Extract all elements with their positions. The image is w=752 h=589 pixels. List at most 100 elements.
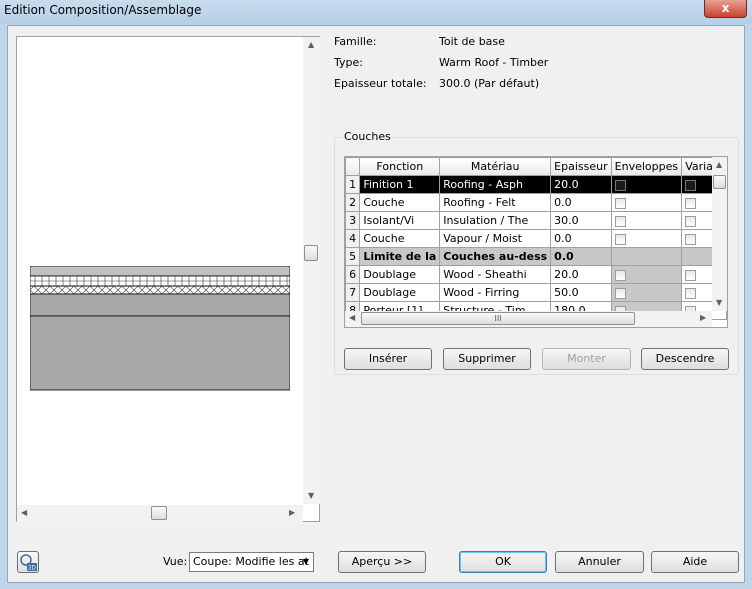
row-number[interactable]: 4: [345, 229, 361, 248]
variable-checkbox[interactable]: [685, 233, 697, 245]
enveloppes-cell[interactable]: [610, 175, 683, 194]
scroll-left-arrow-icon[interactable]: ◀: [21, 508, 27, 517]
ok-button[interactable]: OK: [459, 551, 547, 573]
row-number[interactable]: 3: [345, 211, 361, 230]
materiau-cell[interactable]: Couches au-dess: [439, 247, 552, 266]
epaisseur-cell[interactable]: 30.0: [550, 211, 612, 230]
window-title: Edition Composition/Assemblage: [4, 3, 202, 17]
enveloppes-cell[interactable]: [610, 265, 683, 284]
layers-group-title: Couches: [342, 130, 393, 143]
supprimer-button[interactable]: Supprimer: [443, 348, 531, 370]
fonction-cell[interactable]: Limite de la: [359, 247, 441, 266]
epaisseur-totale-label: Epaisseur totale:: [334, 77, 427, 90]
enveloppes-cell[interactable]: [610, 193, 683, 212]
monter-button[interactable]: Monter: [542, 348, 631, 370]
enveloppes-checkbox[interactable]: [614, 233, 626, 245]
scroll-thumb[interactable]: [304, 245, 318, 261]
materiau-cell[interactable]: Wood - Firring: [439, 283, 552, 302]
scroll-thumb[interactable]: III: [361, 312, 635, 325]
epaisseur-cell[interactable]: 0.0: [550, 193, 612, 212]
annuler-button[interactable]: Annuler: [555, 551, 644, 573]
epaisseur-cell[interactable]: 0.0: [550, 247, 612, 266]
vue-select-value: Coupe: Modifie les at: [193, 555, 309, 568]
section-drawing: [30, 266, 290, 391]
epaisseur-cell[interactable]: 0.0: [550, 229, 612, 248]
scroll-thumb[interactable]: [151, 506, 167, 520]
grid-vertical-scrollbar[interactable]: ▲ ▼: [712, 157, 727, 311]
table-row[interactable]: 4 Couche Vapour / Moist 0.0: [345, 229, 727, 248]
close-button[interactable]: x: [704, 0, 747, 18]
chevron-down-icon: ▼: [302, 557, 309, 566]
inserer-button[interactable]: Insérer: [344, 348, 432, 370]
enveloppes-checkbox[interactable]: [614, 215, 626, 227]
layers-table: Fonction Matériau Epaisseur Enveloppes V…: [345, 157, 727, 320]
fonction-cell[interactable]: Isolant/Vi: [359, 211, 441, 230]
scroll-down-arrow-icon[interactable]: ▼: [308, 491, 314, 500]
column-header-materiau[interactable]: Matériau: [439, 157, 552, 176]
table-row[interactable]: 5 Limite de la Couches au-dess 0.0: [345, 247, 727, 266]
table-row[interactable]: 2 Couche Roofing - Felt 0.0: [345, 193, 727, 212]
fonction-cell[interactable]: Couche: [359, 193, 441, 212]
enveloppes-cell[interactable]: [610, 283, 683, 302]
materiau-cell[interactable]: Vapour / Moist: [439, 229, 552, 248]
scroll-down-arrow-icon[interactable]: ▼: [716, 298, 722, 307]
variable-checkbox[interactable]: [685, 269, 697, 281]
preview-horizontal-scrollbar[interactable]: ◀ ▶: [17, 505, 303, 522]
epaisseur-cell[interactable]: 50.0: [550, 283, 612, 302]
fonction-cell[interactable]: Doublage: [359, 283, 441, 302]
variable-checkbox[interactable]: [685, 287, 697, 299]
descendre-button[interactable]: Descendre: [641, 348, 729, 370]
fonction-cell[interactable]: Couche: [359, 229, 441, 248]
row-number[interactable]: 5: [345, 247, 361, 266]
column-header-enveloppes[interactable]: Enveloppes: [610, 157, 683, 176]
preview-pane[interactable]: ▲ ▼ ◀ ▶: [16, 36, 320, 522]
materiau-cell[interactable]: Roofing - Asph: [439, 175, 552, 194]
fonction-cell[interactable]: Finition 1: [359, 175, 441, 194]
enveloppes-checkbox[interactable]: [614, 269, 626, 281]
materiau-cell[interactable]: Wood - Sheathi: [439, 265, 552, 284]
enveloppes-cell[interactable]: [610, 211, 683, 230]
famille-label: Famille:: [334, 35, 377, 48]
row-number[interactable]: 1: [345, 175, 361, 194]
enveloppes-cell[interactable]: [610, 229, 683, 248]
variable-checkbox[interactable]: [685, 197, 697, 209]
scroll-left-arrow-icon[interactable]: ◀: [349, 313, 355, 322]
grid-horizontal-scrollbar[interactable]: ◀ III ▶: [345, 311, 712, 327]
column-header-epaisseur[interactable]: Epaisseur: [550, 157, 612, 176]
scroll-thumb[interactable]: [713, 175, 726, 189]
fonction-cell[interactable]: Doublage: [359, 265, 441, 284]
enveloppes-checkbox[interactable]: [614, 287, 626, 299]
table-row[interactable]: 3 Isolant/Vi Insulation / The 30.0: [345, 211, 727, 230]
preview-vertical-scrollbar[interactable]: ▲ ▼: [303, 37, 320, 504]
row-number-header[interactable]: [345, 157, 361, 176]
table-row[interactable]: 1 Finition 1 Roofing - Asph 20.0: [345, 175, 727, 194]
variable-checkbox[interactable]: [685, 179, 697, 191]
table-row[interactable]: 7 Doublage Wood - Firring 50.0: [345, 283, 727, 302]
row-number[interactable]: 2: [345, 193, 361, 212]
famille-value: Toit de base: [439, 35, 505, 48]
column-header-fonction[interactable]: Fonction: [359, 157, 441, 176]
view-2d-toggle-button[interactable]: 2D: [17, 551, 39, 573]
vue-select[interactable]: Coupe: Modifie les at ▼: [189, 552, 314, 572]
apercu-button[interactable]: Aperçu >>: [338, 551, 426, 573]
materiau-cell[interactable]: Insulation / The: [439, 211, 552, 230]
row-number[interactable]: 6: [345, 265, 361, 284]
scroll-up-arrow-icon[interactable]: ▲: [308, 40, 314, 49]
materiau-cell[interactable]: Roofing - Felt: [439, 193, 552, 212]
row-number[interactable]: 7: [345, 283, 361, 302]
epaisseur-cell[interactable]: 20.0: [550, 265, 612, 284]
vue-label: Vue:: [163, 555, 188, 568]
scroll-right-arrow-icon[interactable]: ▶: [700, 313, 706, 322]
scroll-up-arrow-icon[interactable]: ▲: [716, 160, 722, 169]
layers-grid[interactable]: Fonction Matériau Epaisseur Enveloppes V…: [344, 156, 728, 328]
epaisseur-totale-value: 300.0 (Par défaut): [439, 77, 540, 90]
scroll-right-arrow-icon[interactable]: ▶: [289, 508, 295, 517]
aide-button[interactable]: Aide: [651, 551, 739, 573]
view-2d-icon-label: 2D: [28, 566, 36, 572]
epaisseur-cell[interactable]: 20.0: [550, 175, 612, 194]
title-bar: Edition Composition/Assemblage x: [0, 0, 752, 24]
variable-checkbox[interactable]: [685, 215, 697, 227]
enveloppes-checkbox[interactable]: [614, 179, 626, 191]
table-row[interactable]: 6 Doublage Wood - Sheathi 20.0: [345, 265, 727, 284]
enveloppes-checkbox[interactable]: [614, 197, 626, 209]
